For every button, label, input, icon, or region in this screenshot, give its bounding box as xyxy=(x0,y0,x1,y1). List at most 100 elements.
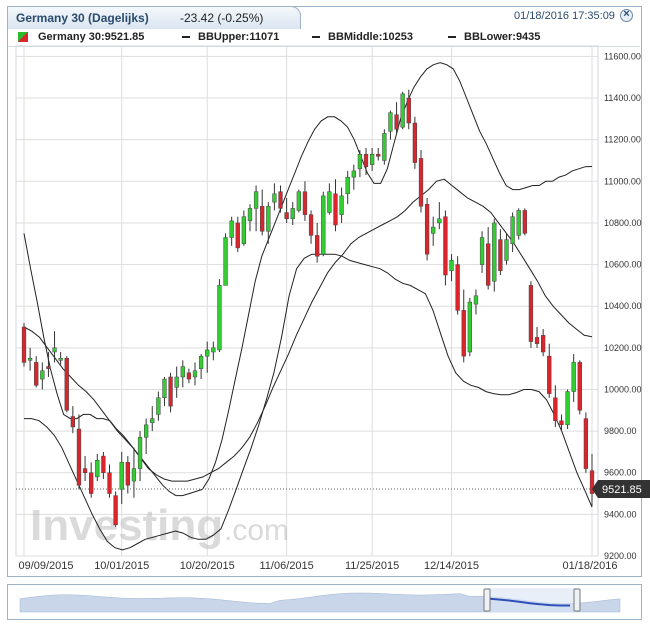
candle-body xyxy=(406,97,411,124)
bb-middle-line xyxy=(23,178,593,482)
candle-body xyxy=(443,216,448,276)
candle-body xyxy=(467,301,472,353)
candle-body xyxy=(290,208,295,220)
candle-body xyxy=(107,472,112,494)
candle-body xyxy=(424,203,430,255)
candle-body xyxy=(418,158,424,207)
x-tick-label: 10/01/2015 xyxy=(94,560,149,572)
x-tick-label: 09/09/2015 xyxy=(18,560,73,572)
candlestick-chart[interactable]: 9200.009400.009600.009800.0010000.001020… xyxy=(0,0,650,627)
candle-body xyxy=(272,193,277,203)
candle-body xyxy=(119,462,124,490)
candle-body xyxy=(412,122,418,163)
candle-body xyxy=(363,153,369,167)
candle-body xyxy=(473,295,479,305)
candle-body xyxy=(284,212,289,220)
candle-body xyxy=(376,153,381,157)
candle-body xyxy=(571,362,576,392)
y-tick-label: 11000.00 xyxy=(604,176,641,186)
candle-body xyxy=(137,437,143,469)
candle-body xyxy=(351,170,356,178)
candle-body xyxy=(534,337,540,344)
y-tick-label: 9800.00 xyxy=(604,426,637,436)
candle-body xyxy=(70,416,76,428)
candle-body xyxy=(186,372,192,380)
candle-body xyxy=(266,206,271,232)
candle-body xyxy=(553,397,558,421)
candle-body xyxy=(144,424,149,438)
candle-body xyxy=(211,347,216,353)
candle-body xyxy=(315,235,320,257)
candle-body xyxy=(253,191,259,209)
candle-body xyxy=(547,355,552,394)
candle-body xyxy=(327,191,332,213)
candle-body xyxy=(150,418,155,424)
candle-body xyxy=(278,191,283,209)
last-price-label: 9521.85 xyxy=(602,484,642,496)
candle-body xyxy=(369,153,375,165)
candle-body xyxy=(217,285,222,351)
candle-body xyxy=(345,176,350,195)
x-tick-label: 10/20/2015 xyxy=(180,560,235,572)
candle-body xyxy=(156,397,161,415)
candle-body xyxy=(486,243,491,286)
y-tick-label: 10600.00 xyxy=(604,260,642,270)
candle-body xyxy=(357,153,363,170)
candle-body xyxy=(192,370,198,378)
candle-body xyxy=(174,376,179,388)
candle-body xyxy=(522,210,527,234)
candle-body xyxy=(205,349,210,357)
candle-body xyxy=(333,193,338,226)
candle-body xyxy=(180,366,185,378)
candle-body xyxy=(76,428,82,486)
watermark-suffix: .com xyxy=(224,514,289,547)
y-tick-label: 9600.00 xyxy=(604,468,637,478)
candle-body xyxy=(21,326,27,363)
candle-body xyxy=(64,357,69,411)
candle-body xyxy=(34,362,39,386)
candle-body xyxy=(229,220,234,238)
y-tick-label: 9400.00 xyxy=(604,509,637,519)
candle-body xyxy=(577,362,582,411)
candle-body xyxy=(528,285,534,342)
x-tick-label: 12/14/2015 xyxy=(424,560,479,572)
x-tick-label: 11/06/2015 xyxy=(259,560,313,572)
candle-body xyxy=(540,335,546,353)
candle-body xyxy=(235,222,240,249)
candle-body xyxy=(437,218,442,224)
candle-body xyxy=(461,310,466,357)
candle-body xyxy=(479,237,485,265)
candle-body xyxy=(302,191,308,215)
candle-body xyxy=(40,370,45,380)
y-tick-label: 10200.00 xyxy=(604,343,642,353)
range-navigator[interactable] xyxy=(7,584,642,620)
candle-body xyxy=(394,114,399,130)
candle-body xyxy=(52,347,57,353)
candle-body xyxy=(101,455,106,473)
y-tick-label: 10400.00 xyxy=(604,301,642,311)
candle-body xyxy=(492,222,497,282)
y-tick-label: 11600.00 xyxy=(604,51,641,61)
candle-body xyxy=(95,459,100,478)
candle-body xyxy=(449,260,454,272)
y-tick-label: 10000.00 xyxy=(604,384,642,394)
candle-body xyxy=(504,239,509,261)
candle-body xyxy=(168,376,173,407)
candle-body xyxy=(58,357,63,361)
y-tick-label: 11200.00 xyxy=(604,135,641,145)
candle-body xyxy=(400,93,405,128)
candle-body xyxy=(46,366,51,369)
candle-body xyxy=(498,239,503,272)
candle-body xyxy=(260,206,265,232)
candle-body xyxy=(388,112,393,132)
candle-body xyxy=(339,195,344,215)
candle-body xyxy=(27,357,33,361)
candle-body xyxy=(583,418,589,469)
plot-area xyxy=(15,45,599,557)
x-tick-label: 01/18/2016 xyxy=(562,560,617,572)
candle-body xyxy=(565,391,570,426)
candle-body xyxy=(321,195,326,255)
candle-body xyxy=(382,133,387,161)
candle-body xyxy=(125,462,130,486)
candle-body xyxy=(510,216,515,245)
